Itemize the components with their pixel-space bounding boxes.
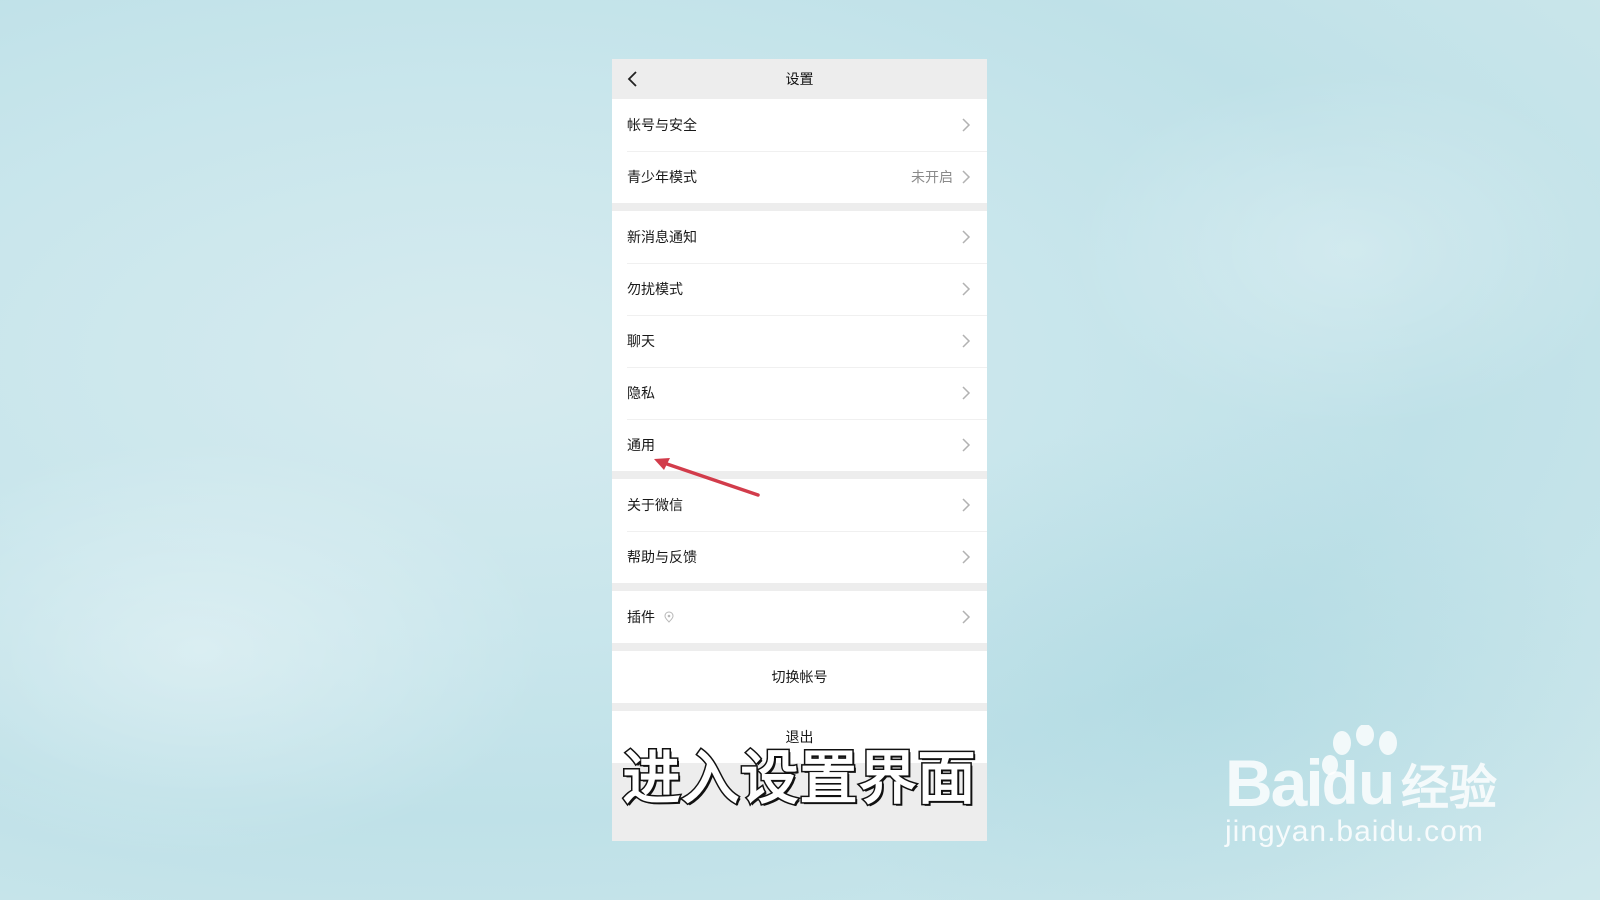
settings-item-label: 帮助与反馈 [627,550,697,566]
page-title: 设置 [785,72,814,88]
chevron-right-icon [962,118,971,132]
settings-item-label: 青少年模式 [627,170,697,186]
settings-item-privacy[interactable]: 隐私 [612,367,987,419]
settings-item-label: 帐号与安全 [627,118,697,134]
settings-item-label: 隐私 [627,386,655,402]
settings-item-label: 插件 [627,610,655,626]
settings-group-general: 新消息通知 勿扰模式 聊天 隐私 通用 [612,211,987,471]
chevron-right-icon [962,282,971,296]
chevron-right-icon [962,550,971,564]
settings-item-notifications[interactable]: 新消息通知 [612,211,987,263]
chevron-right-icon [962,334,971,348]
watermark-product: 经验 [1401,760,1498,816]
settings-group-account: 帐号与安全 青少年模式 未开启 [612,99,987,203]
settings-item-do-not-disturb[interactable]: 勿扰模式 [612,263,987,315]
nav-bar: 设置 [612,59,987,99]
settings-item-chat[interactable]: 聊天 [612,315,987,367]
chevron-right-icon [962,610,971,624]
baidu-paw-icon [1322,725,1397,775]
chevron-right-icon [962,438,971,452]
settings-item-label: 聊天 [627,334,655,350]
watermark-url: jingyan.baidu.com [1225,815,1484,848]
chevron-right-icon [962,386,971,400]
settings-item-plugins[interactable]: 插件 [612,591,987,643]
settings-item-label: 勿扰模式 [627,282,683,298]
settings-group-plugins: 插件 [612,591,987,643]
tutorial-caption: 进入设置界面 [621,743,977,814]
switch-account-button[interactable]: 切换帐号 [612,651,987,703]
settings-item-teen-mode[interactable]: 青少年模式 未开启 [612,151,987,203]
red-arrow-icon [654,458,760,497]
plugin-label-wrap: 插件 [627,607,961,627]
chevron-right-icon [962,230,971,244]
settings-item-account-security[interactable]: 帐号与安全 [612,99,987,151]
settings-item-value: 未开启 [911,170,953,186]
chevron-right-icon [962,170,971,184]
back-arrow-icon[interactable] [624,69,644,89]
phone-screen: 设置 帐号与安全 青少年模式 未开启 新消息通知 勿扰模式 聊天 隐私 通用 关… [612,59,987,841]
settings-item-label: 通用 [627,438,655,454]
chevron-right-icon [962,498,971,512]
settings-item-label: 新消息通知 [627,230,697,246]
watermark-brand-bai: Bai [1225,746,1324,820]
baidu-jingyan-watermark: Bai du 经验 jingyan.baidu.com [1225,725,1525,875]
settings-item-help-feedback[interactable]: 帮助与反馈 [612,531,987,583]
plugin-badge-icon [664,611,674,623]
